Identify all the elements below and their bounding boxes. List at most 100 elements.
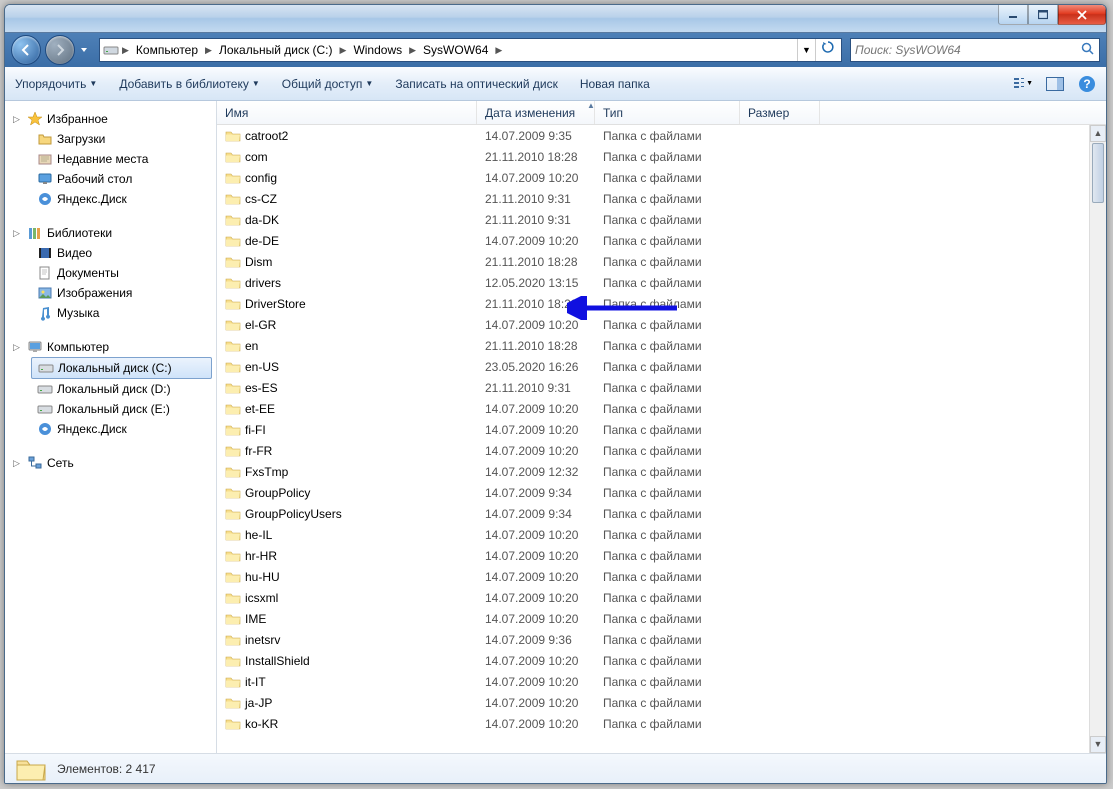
column-header-type[interactable]: Тип xyxy=(595,101,740,124)
file-row[interactable]: drivers12.05.2020 13:15Папка с файлами xyxy=(217,272,1090,293)
file-name: GroupPolicyUsers xyxy=(245,507,342,521)
file-name: ko-KR xyxy=(245,717,278,731)
file-name: ja-JP xyxy=(245,696,272,710)
drive-icon xyxy=(37,401,53,417)
help-button[interactable]: ? xyxy=(1076,73,1098,95)
file-row[interactable]: GroupPolicy14.07.2009 9:34Папка с файлам… xyxy=(217,482,1090,503)
file-row[interactable]: da-DK21.11.2010 9:31Папка с файлами xyxy=(217,209,1090,230)
close-button[interactable] xyxy=(1058,5,1106,25)
separator-icon[interactable]: ▶ xyxy=(203,45,214,56)
search-input[interactable] xyxy=(855,43,1081,57)
file-row[interactable]: en-US23.05.2020 16:26Папка с файлами xyxy=(217,356,1090,377)
file-row[interactable]: it-IT14.07.2009 10:20Папка с файлами xyxy=(217,671,1090,692)
sidebar-item-music[interactable]: Музыка xyxy=(5,303,216,323)
separator-icon[interactable]: ▶ xyxy=(338,45,349,56)
search-icon[interactable] xyxy=(1081,42,1095,59)
file-row[interactable]: GroupPolicyUsers14.07.2009 9:34Папка с ф… xyxy=(217,503,1090,524)
file-row[interactable]: com21.11.2010 18:28Папка с файлами xyxy=(217,146,1090,167)
file-row[interactable]: he-IL14.07.2009 10:20Папка с файлами xyxy=(217,524,1090,545)
file-name: it-IT xyxy=(245,675,266,689)
file-row[interactable]: de-DE14.07.2009 10:20Папка с файлами xyxy=(217,230,1090,251)
scrollbar[interactable]: ▲ ▼ xyxy=(1089,125,1106,753)
file-row[interactable]: hr-HR14.07.2009 10:20Папка с файлами xyxy=(217,545,1090,566)
folder-icon xyxy=(15,755,47,783)
sidebar-item-pictures[interactable]: Изображения xyxy=(5,283,216,303)
sidebar-item-videos[interactable]: Видео xyxy=(5,243,216,263)
sidebar-item-yandex-disk[interactable]: Яндекс.Диск xyxy=(5,189,216,209)
file-row[interactable]: InstallShield14.07.2009 10:20Папка с фай… xyxy=(217,650,1090,671)
breadcrumb-windows[interactable]: Windows xyxy=(348,39,407,61)
file-row[interactable]: fi-FI14.07.2009 10:20Папка с файлами xyxy=(217,419,1090,440)
file-name: InstallShield xyxy=(245,654,310,668)
sidebar-item-yandex-disk-drive[interactable]: Яндекс.Диск xyxy=(5,419,216,439)
sidebar-item-desktop[interactable]: Рабочий стол xyxy=(5,169,216,189)
breadcrumb-computer[interactable]: Компьютер xyxy=(131,39,203,61)
sidebar-favorites-header[interactable]: ▷Избранное xyxy=(5,109,216,129)
address-bar[interactable]: ▶ Компьютер ▶ Локальный диск (C:) ▶ Wind… xyxy=(99,38,842,62)
explorer-window: ▶ Компьютер ▶ Локальный диск (C:) ▶ Wind… xyxy=(4,4,1107,784)
sidebar-libraries-header[interactable]: ▷Библиотеки xyxy=(5,223,216,243)
file-row[interactable]: et-EE14.07.2009 10:20Папка с файлами xyxy=(217,398,1090,419)
sidebar-computer-header[interactable]: ▷Компьютер xyxy=(5,337,216,357)
sidebar-item-documents[interactable]: Документы xyxy=(5,263,216,283)
file-name: icsxml xyxy=(245,591,278,605)
file-row[interactable]: cs-CZ21.11.2010 9:31Папка с файлами xyxy=(217,188,1090,209)
new-folder-button[interactable]: Новая папка xyxy=(578,74,652,94)
separator-icon[interactable]: ▶ xyxy=(120,45,131,56)
file-list[interactable]: catroot214.07.2009 9:35Папка с файламиco… xyxy=(217,125,1106,753)
maximize-button[interactable] xyxy=(1028,5,1058,25)
sidebar-network-header[interactable]: ▷Сеть xyxy=(5,453,216,473)
column-header-name[interactable]: Имя xyxy=(217,101,477,124)
scroll-thumb[interactable] xyxy=(1092,143,1104,203)
file-type: Папка с файлами xyxy=(595,255,740,269)
minimize-button[interactable] xyxy=(998,5,1028,25)
sidebar-item-downloads[interactable]: Загрузки xyxy=(5,129,216,149)
sidebar-item-drive-d[interactable]: Локальный диск (D:) xyxy=(5,379,216,399)
file-row[interactable]: hu-HU14.07.2009 10:20Папка с файлами xyxy=(217,566,1090,587)
file-row[interactable]: DriverStore21.11.2010 18:28Папка с файла… xyxy=(217,293,1090,314)
address-dropdown-icon[interactable]: ▼ xyxy=(797,39,815,61)
file-row[interactable]: es-ES21.11.2010 9:31Папка с файлами xyxy=(217,377,1090,398)
file-row[interactable]: inetsrv14.07.2009 9:36Папка с файлами xyxy=(217,629,1090,650)
file-name: DriverStore xyxy=(245,297,306,311)
breadcrumb-drive-c[interactable]: Локальный диск (C:) xyxy=(214,39,338,61)
history-dropdown-icon[interactable] xyxy=(79,43,89,57)
column-header-date[interactable]: Дата изменения xyxy=(477,101,595,124)
file-date: 23.05.2020 16:26 xyxy=(477,360,595,374)
file-row[interactable]: catroot214.07.2009 9:35Папка с файлами xyxy=(217,125,1090,146)
file-row[interactable]: fr-FR14.07.2009 10:20Папка с файлами xyxy=(217,440,1090,461)
scroll-up-button[interactable]: ▲ xyxy=(1090,125,1106,142)
file-row[interactable]: ja-JP14.07.2009 10:20Папка с файлами xyxy=(217,692,1090,713)
file-date: 14.07.2009 10:20 xyxy=(477,696,595,710)
sidebar-item-drive-c[interactable]: Локальный диск (C:) xyxy=(31,357,212,379)
file-row[interactable]: Dism21.11.2010 18:28Папка с файлами xyxy=(217,251,1090,272)
breadcrumb-syswow64[interactable]: SysWOW64 xyxy=(418,39,493,61)
file-row[interactable]: ko-KR14.07.2009 10:20Папка с файлами xyxy=(217,713,1090,734)
burn-button[interactable]: Записать на оптический диск xyxy=(393,74,560,94)
scroll-down-button[interactable]: ▼ xyxy=(1090,736,1106,753)
organize-button[interactable]: Упорядочить ▼ xyxy=(13,74,99,94)
forward-button[interactable] xyxy=(45,35,75,65)
file-row[interactable]: IME14.07.2009 10:20Папка с файлами xyxy=(217,608,1090,629)
view-options-button[interactable]: ▼ xyxy=(1012,73,1034,95)
file-row[interactable]: icsxml14.07.2009 10:20Папка с файлами xyxy=(217,587,1090,608)
file-type: Папка с файлами xyxy=(595,213,740,227)
preview-pane-button[interactable] xyxy=(1044,73,1066,95)
back-button[interactable] xyxy=(11,35,41,65)
sidebar-item-recent[interactable]: Недавние места xyxy=(5,149,216,169)
separator-icon[interactable]: ▶ xyxy=(493,45,504,56)
refresh-button[interactable] xyxy=(815,39,839,61)
sort-indicator-icon: ▲ xyxy=(587,101,595,110)
sidebar-item-drive-e[interactable]: Локальный диск (E:) xyxy=(5,399,216,419)
search-box[interactable] xyxy=(850,38,1100,62)
file-row[interactable]: config14.07.2009 10:20Папка с файлами xyxy=(217,167,1090,188)
file-date: 21.11.2010 18:28 xyxy=(477,339,595,353)
titlebar[interactable] xyxy=(5,5,1106,33)
file-row[interactable]: en21.11.2010 18:28Папка с файлами xyxy=(217,335,1090,356)
file-row[interactable]: FxsTmp14.07.2009 12:32Папка с файлами xyxy=(217,461,1090,482)
file-row[interactable]: el-GR14.07.2009 10:20Папка с файлами xyxy=(217,314,1090,335)
include-library-button[interactable]: Добавить в библиотеку ▼ xyxy=(117,74,261,94)
share-button[interactable]: Общий доступ ▼ xyxy=(280,74,376,94)
separator-icon[interactable]: ▶ xyxy=(407,45,418,56)
column-header-size[interactable]: Размер xyxy=(740,101,820,124)
